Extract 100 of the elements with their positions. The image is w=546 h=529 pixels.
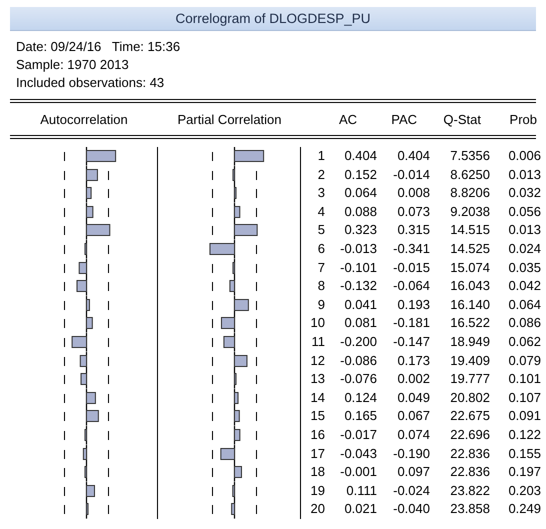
- lag-cell-text: 14: [310, 388, 325, 407]
- ac-cell-text: 0.081: [343, 314, 377, 332]
- q-stat-cell-text: 14.515: [449, 221, 490, 240]
- partial-correlation-bar: [223, 336, 235, 348]
- window-title: Correlogram of DLOGDESP_PU: [175, 11, 371, 26]
- ac-cell-text: 0.041: [343, 296, 377, 314]
- q-stat-cell-text: 20.802: [449, 388, 490, 407]
- ac-cell-text: 0.165: [343, 407, 377, 426]
- column-header: AC: [338, 112, 358, 126]
- partial-correlation-bar: [234, 466, 242, 478]
- prob-cell-text: 0.249: [507, 500, 541, 518]
- lag-cell-text: 13: [310, 370, 325, 388]
- partial-correlation-bar: [234, 428, 240, 441]
- autocorrelation-bar: [76, 280, 87, 292]
- autocorrelation-bar: [84, 242, 87, 255]
- pac-cell-text: -0.014: [392, 166, 430, 184]
- lag-cell-text: 10: [310, 314, 325, 332]
- prob-cell-text: 0.064: [507, 296, 541, 314]
- q-stat-cell-text: 19.409: [449, 352, 490, 370]
- column-header: Prob: [508, 112, 538, 126]
- prob-cell-text: 0.086: [507, 314, 541, 332]
- pac-cell-text: -0.024: [392, 482, 430, 500]
- autocorrelation-bar: [72, 336, 87, 348]
- column-header: Q-Stat: [442, 112, 482, 126]
- q-stat-cell-text: 16.140: [449, 296, 490, 314]
- ac-cell-text: -0.043: [339, 444, 377, 462]
- prob-cell-text: 0.079: [507, 352, 541, 370]
- partial-correlation-bar: [231, 503, 235, 516]
- autocorrelation-bar: [78, 262, 87, 274]
- autocorrelation-bar: [86, 410, 99, 422]
- lag-cell-text: 1: [316, 147, 325, 165]
- ac-cell-text: -0.200: [339, 332, 377, 351]
- pac-cell-text: -0.015: [392, 258, 430, 277]
- partial-correlation-bar: [232, 484, 235, 497]
- pac-cell-text: 0.097: [396, 463, 430, 482]
- partial-correlation-bar: [234, 392, 239, 404]
- autocorrelation-bar: [86, 224, 110, 236]
- autocorrelation-bar: [86, 503, 88, 516]
- ac-cell-text: 0.088: [343, 202, 377, 221]
- autocorrelation-bar: [86, 150, 116, 162]
- prob-cell-text: 0.155: [507, 444, 541, 462]
- pac-cell-text: 0.049: [396, 388, 430, 407]
- q-stat-cell-text: 22.836: [449, 444, 490, 462]
- pac-cell-text: -0.147: [392, 332, 430, 351]
- prob-cell-text: 0.203: [507, 482, 541, 500]
- lag-cell-text: 6: [316, 240, 325, 258]
- partial-correlation-bar: [229, 280, 235, 292]
- prob-cell-text: 0.035: [507, 258, 541, 277]
- autocorrelation-bar: [80, 354, 87, 367]
- lag-cell-text: 18: [310, 463, 325, 482]
- q-stat-cell-text: 8.8206: [449, 184, 490, 202]
- q-stat-cell-text: 22.696: [449, 426, 490, 444]
- lag-cell-text: 2: [316, 166, 325, 184]
- autocorrelation-bar: [86, 298, 90, 311]
- partial-correlation-bar: [220, 317, 235, 330]
- pac-cell-text: 0.073: [396, 202, 430, 221]
- prob-cell-text: 0.197: [507, 463, 541, 482]
- prob-cell-text: 0.056: [507, 202, 541, 221]
- ac-cell-text: 0.064: [343, 184, 377, 202]
- autocorrelation-bar: [84, 466, 87, 478]
- q-stat-cell-text: 22.836: [449, 463, 490, 482]
- ac-cell-text: 0.124: [343, 388, 377, 407]
- info-line: Sample: 1970 2013: [16, 56, 130, 74]
- prob-cell-text: 0.013: [507, 221, 541, 240]
- prob-cell-text: 0.006: [507, 147, 541, 165]
- q-stat-cell-text: 9.2038: [449, 202, 490, 221]
- ac-cell-text: -0.086: [339, 352, 377, 370]
- lag-cell-text: 7: [316, 258, 325, 277]
- prob-cell-text: 0.013: [507, 166, 541, 184]
- ac-cell-text: -0.076: [339, 370, 377, 388]
- q-stat-cell-text: 8.6250: [449, 166, 490, 184]
- autocorrelation-bar: [86, 392, 96, 404]
- ac-cell-text: -0.013: [339, 240, 377, 258]
- pac-cell-text: 0.315: [396, 221, 430, 240]
- prob-cell-text: 0.062: [507, 332, 541, 351]
- lag-cell-text: 16: [310, 426, 325, 444]
- partial-correlation-bar: [234, 224, 258, 236]
- partial-correlation-bar: [234, 150, 264, 162]
- pac-cell-text: 0.074: [396, 426, 430, 444]
- ac-cell-text: -0.101: [339, 258, 377, 277]
- autocorrelation-bar: [80, 373, 87, 386]
- lag-cell-text: 8: [316, 277, 325, 296]
- partial-correlation-bar: [232, 262, 235, 274]
- lag-cell-text: 19: [310, 482, 325, 500]
- q-stat-cell-text: 19.777: [449, 370, 490, 388]
- partial-correlation-bar: [209, 242, 235, 255]
- ac-cell-text: -0.001: [339, 463, 377, 482]
- lag-cell-text: 5: [316, 221, 325, 240]
- info-line: Included observations: 43: [16, 74, 166, 92]
- lag-cell-text: 11: [310, 332, 325, 351]
- q-stat-cell-text: 23.858: [449, 500, 490, 518]
- partial-correlation-bar: [234, 410, 240, 422]
- pac-cell-text: -0.040: [392, 500, 430, 518]
- lag-cell-text: 15: [310, 407, 325, 426]
- autocorrelation-bar: [86, 317, 93, 330]
- ac-cell-text: 0.152: [343, 166, 377, 184]
- pac-cell-text: 0.404: [396, 147, 430, 165]
- partial-correlation-bar: [234, 187, 236, 200]
- ac-cell-text: 0.021: [343, 500, 377, 518]
- prob-cell-text: 0.091: [507, 407, 541, 426]
